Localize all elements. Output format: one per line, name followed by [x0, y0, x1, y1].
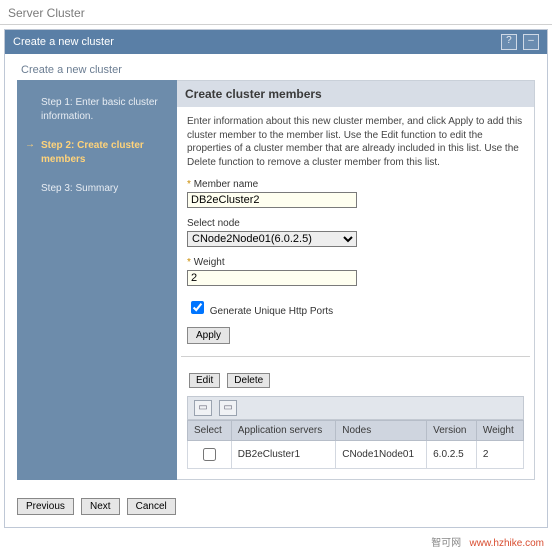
row-select-checkbox[interactable]: [203, 448, 216, 461]
delete-button[interactable]: Delete: [227, 373, 270, 388]
previous-button[interactable]: Previous: [17, 498, 74, 515]
cell-weight: 2: [476, 441, 523, 469]
members-table: Select Application servers Nodes Version…: [187, 420, 524, 469]
next-button[interactable]: Next: [81, 498, 120, 515]
watermark-url: www.hzhike.com: [470, 538, 544, 549]
deselect-all-icon[interactable]: ▭: [219, 400, 237, 416]
select-node-label: Select node: [187, 218, 524, 229]
wizard-panel: Create a new cluster ? – Create a new cl…: [4, 29, 548, 528]
panel-subtitle: Create a new cluster: [5, 54, 547, 80]
col-version: Version: [427, 421, 477, 441]
weight-input[interactable]: [187, 270, 357, 286]
apply-button[interactable]: Apply: [187, 327, 230, 344]
select-node-dropdown[interactable]: CNode2Node01(6.0.2.5): [187, 231, 357, 247]
watermark: 智可网 www.hzhike.com: [0, 532, 552, 553]
content-header: Create cluster members: [177, 81, 534, 107]
wizard-nav-buttons: Previous Next Cancel: [5, 490, 547, 527]
wizard-step-3[interactable]: Step 3: Summary: [27, 176, 167, 206]
generate-ports-checkbox[interactable]: [191, 301, 204, 314]
content-instructions: Enter information about this new cluster…: [187, 115, 524, 169]
wizard-step-2[interactable]: Step 2: Create cluster members: [27, 133, 167, 176]
cell-appservers: DB2eCluster1: [231, 441, 336, 469]
cell-nodes: CNode1Node01: [336, 441, 427, 469]
wizard-steps: Step 1: Enter basic cluster information.…: [17, 80, 177, 480]
weight-label-text: Weight: [194, 257, 225, 268]
table-toolbar: Edit Delete: [187, 369, 524, 392]
panel-header: Create a new cluster ? –: [5, 30, 547, 54]
required-icon: *: [187, 257, 191, 268]
page-title: Server Cluster: [0, 0, 552, 25]
cell-version: 6.0.2.5: [427, 441, 477, 469]
panel-header-icons: ? –: [498, 34, 539, 50]
weight-label: * Weight: [187, 257, 524, 268]
table-row: DB2eCluster1 CNode1Node01 6.0.2.5 2: [188, 441, 524, 469]
member-name-label: * Member name: [187, 179, 524, 190]
col-nodes: Nodes: [336, 421, 427, 441]
edit-button[interactable]: Edit: [189, 373, 220, 388]
close-icon[interactable]: –: [523, 34, 539, 50]
separator: [181, 356, 530, 357]
member-name-label-text: Member name: [194, 179, 258, 190]
col-weight: Weight: [476, 421, 523, 441]
table-iconbar: ▭ ▭: [187, 396, 524, 420]
table-header-row: Select Application servers Nodes Version…: [188, 421, 524, 441]
watermark-cn: 智可网: [431, 538, 461, 549]
col-select: Select: [188, 421, 232, 441]
member-name-input[interactable]: [187, 192, 357, 208]
select-all-icon[interactable]: ▭: [194, 400, 212, 416]
required-icon: *: [187, 179, 191, 190]
panel-title: Create a new cluster: [13, 36, 114, 48]
generate-ports-label: Generate Unique Http Ports: [210, 306, 333, 317]
wizard-step-1[interactable]: Step 1: Enter basic cluster information.: [27, 90, 167, 133]
help-icon[interactable]: ?: [501, 34, 517, 50]
wizard-content: Create cluster members Enter information…: [177, 80, 535, 480]
cancel-button[interactable]: Cancel: [127, 498, 176, 515]
col-appservers: Application servers: [231, 421, 336, 441]
